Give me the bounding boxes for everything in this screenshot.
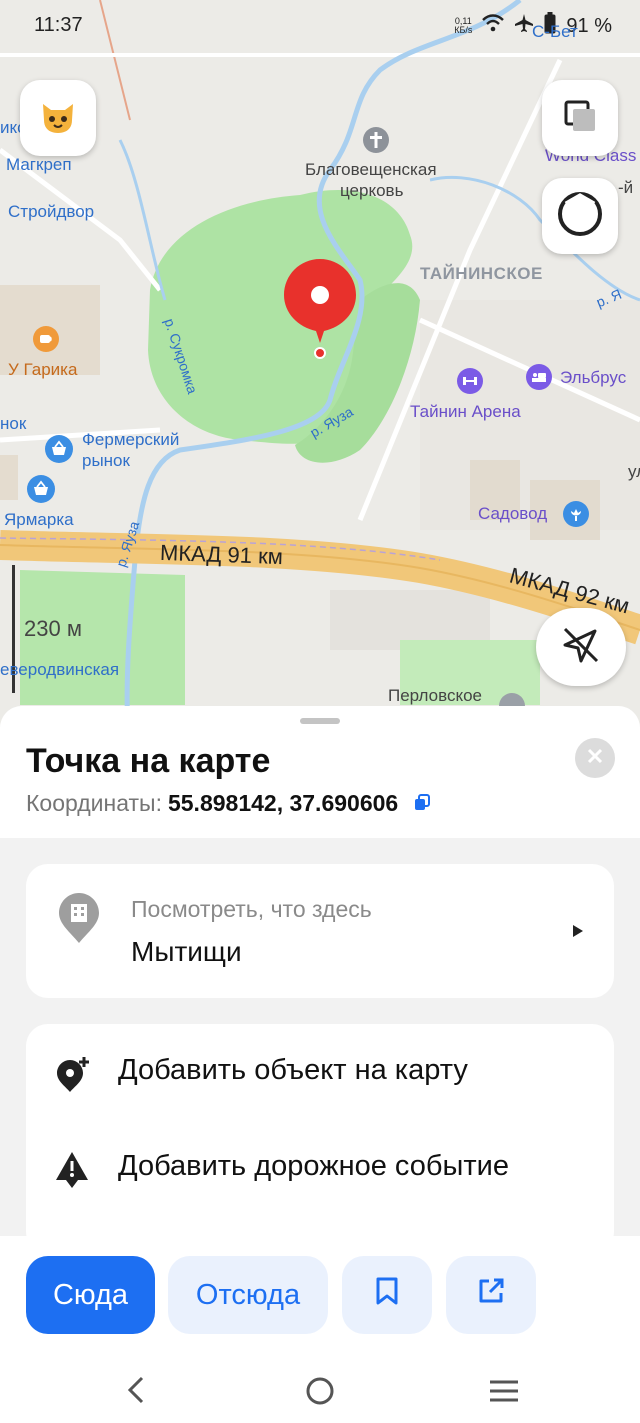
add-object-row[interactable]: Добавить объект на карту	[26, 1034, 614, 1114]
map-label-s-bet[interactable]: С-Бет	[532, 22, 578, 42]
coordinates-value[interactable]: 55.898142, 37.690606	[168, 790, 398, 816]
layers-icon	[560, 96, 600, 141]
map-label-mkad-91: МКАД 91 км	[159, 539, 284, 570]
status-time: 11:37	[34, 14, 83, 36]
route-from-here-button[interactable]: Отсюда	[168, 1256, 328, 1334]
map-view[interactable]: 11:37 0,11 КБ/s 91 % икс Магкреп Стройдв…	[0, 0, 640, 730]
system-nav-bar	[0, 1361, 640, 1423]
drag-handle[interactable]	[300, 718, 340, 724]
close-button[interactable]	[575, 738, 615, 778]
compass-icon	[556, 190, 604, 243]
map-label-magkrep[interactable]: Магкреп	[6, 155, 72, 175]
add-place-icon	[56, 1056, 90, 1097]
sheet-header: Точка на карте Координаты: 55.898142, 37.…	[0, 706, 640, 838]
back-icon[interactable]	[124, 1375, 146, 1410]
map-label-elbrus[interactable]: Эльбрус	[560, 368, 626, 388]
place-bottom-sheet: Точка на карте Координаты: 55.898142, 37.…	[0, 706, 640, 1423]
church-cross-icon[interactable]	[362, 126, 390, 159]
avatar-cat-icon	[38, 96, 78, 141]
coordinates-row: Координаты: 55.898142, 37.690606	[26, 790, 431, 818]
bookmark-icon	[375, 1277, 399, 1313]
network-speed: 0,11 КБ/s	[454, 16, 473, 35]
map-label-ul: ул	[628, 462, 640, 481]
map-label-u-garika[interactable]: У Гарика	[8, 360, 77, 380]
map-label-perlovskoe[interactable]: Перловское	[388, 686, 482, 706]
gym-icon[interactable]	[456, 367, 484, 400]
map-label-kiy: -й	[618, 178, 634, 197]
map-label-church-1[interactable]: Благовещенская	[305, 160, 437, 180]
compass-button[interactable]	[542, 178, 618, 254]
wifi-icon	[482, 14, 505, 38]
map-label-yarmarka[interactable]: Ярмарка	[4, 510, 74, 530]
basket-icon[interactable]	[44, 434, 74, 469]
flower-icon[interactable]	[562, 500, 590, 533]
bottom-action-bar: Сюда Отсюда	[0, 1236, 640, 1423]
route-to-here-button[interactable]: Сюда	[26, 1256, 155, 1334]
my-location-button[interactable]	[536, 608, 626, 686]
coordinates-label: Координаты:	[26, 790, 162, 816]
home-icon[interactable]	[304, 1375, 336, 1412]
share-icon	[477, 1277, 505, 1313]
play-arrow-icon	[572, 924, 584, 943]
building-pin-icon	[58, 892, 100, 949]
menu-icon[interactable]	[488, 1379, 520, 1408]
map-label-severodvinskaya[interactable]: еверодвинская	[0, 660, 119, 680]
share-button[interactable]	[446, 1256, 536, 1334]
map-scale: 230 м	[24, 616, 82, 641]
warning-icon	[54, 1150, 90, 1195]
add-road-event-row[interactable]: Добавить дорожное событие	[26, 1130, 614, 1210]
map-label-stroydvor[interactable]: Стройдвор	[8, 202, 94, 222]
map-label-fermer-1[interactable]: Фермерский	[82, 430, 179, 450]
sheet-title: Точка на карте	[26, 742, 271, 780]
bookmark-button[interactable]	[342, 1256, 432, 1334]
map-label-taynin-arena[interactable]: Тайнин Арена	[410, 402, 521, 422]
basket-icon[interactable]	[26, 474, 56, 509]
map-label-tayninskoe: ТАЙНИНСКОЕ	[420, 264, 543, 283]
whats-here-value: Мытищи	[131, 936, 242, 967]
whats-here-caption: Посмотреть, что здесь	[131, 896, 372, 922]
map-label-fermer-2[interactable]: рынок	[82, 451, 130, 471]
add-object-label: Добавить объект на карту	[118, 1054, 468, 1086]
add-road-event-label: Добавить дорожное событие	[118, 1150, 509, 1182]
profile-avatar-button[interactable]	[20, 80, 96, 156]
location-off-icon	[559, 623, 603, 672]
map-label-sadovod[interactable]: Садовод	[478, 504, 547, 524]
actions-card: Добавить объект на карту Добавить дорожн…	[26, 1024, 614, 1254]
map-label-nok[interactable]: нок	[0, 414, 26, 434]
close-icon	[587, 748, 603, 769]
hotel-icon[interactable]	[525, 363, 553, 396]
copy-icon[interactable]	[413, 791, 431, 818]
cafe-icon[interactable]	[32, 325, 60, 358]
layers-button[interactable]	[542, 80, 618, 156]
map-label-church-2[interactable]: церковь	[340, 181, 403, 201]
whats-here-card[interactable]: Посмотреть, что здесь Мытищи	[26, 864, 614, 998]
map-pin-icon[interactable]	[282, 257, 358, 366]
